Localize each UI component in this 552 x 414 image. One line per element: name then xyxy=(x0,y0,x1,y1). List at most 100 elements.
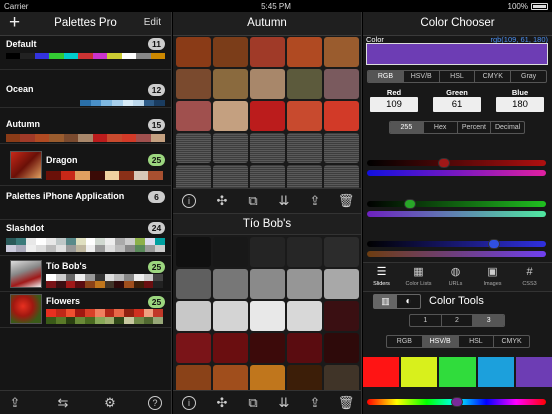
color-swatch[interactable] xyxy=(176,269,211,299)
color-swatch[interactable] xyxy=(213,69,248,99)
shuffle-icon[interactable]: ✣ xyxy=(213,394,231,412)
color-swatch[interactable] xyxy=(250,69,285,99)
color-swatch[interactable] xyxy=(250,269,285,299)
subpalette-row-dragon[interactable]: Dragon 25 xyxy=(0,144,171,186)
edit-button[interactable]: Edit xyxy=(144,17,161,28)
info-icon[interactable]: i xyxy=(182,194,196,208)
sort-icon[interactable]: ⇊ xyxy=(275,394,293,412)
color-swatch[interactable] xyxy=(287,101,322,131)
tab-images[interactable]: ▣ Images xyxy=(474,265,511,287)
tool-mode-cmyk[interactable]: CMYK xyxy=(493,336,529,347)
format-decimal[interactable]: Decimal xyxy=(490,122,524,133)
color-swatch[interactable] xyxy=(213,301,248,331)
green-slider-track[interactable] xyxy=(367,201,546,207)
color-swatch[interactable] xyxy=(287,69,322,99)
empty-swatch[interactable] xyxy=(213,133,248,163)
color-swatch[interactable] xyxy=(213,37,248,67)
color-swatch[interactable] xyxy=(287,269,322,299)
tab-css3[interactable]: # CSS3 xyxy=(511,265,548,287)
count-2[interactable]: 2 xyxy=(440,315,473,326)
color-swatch[interactable] xyxy=(176,37,211,67)
mode-hsl[interactable]: HSL xyxy=(438,71,475,82)
count-3[interactable]: 3 xyxy=(472,315,504,326)
color-swatch[interactable] xyxy=(324,101,359,131)
color-swatch[interactable] xyxy=(324,269,359,299)
color-swatch[interactable] xyxy=(176,333,211,363)
color-swatch[interactable] xyxy=(213,269,248,299)
sort-icon[interactable]: ⇊ xyxy=(275,192,293,210)
format-percent[interactable]: Percent xyxy=(456,122,491,133)
copy-icon[interactable]: ⧉ xyxy=(244,394,262,412)
info-icon[interactable]: i xyxy=(182,396,196,410)
color-swatch[interactable] xyxy=(250,37,285,67)
green-field[interactable]: 61 xyxy=(433,97,481,112)
color-swatch[interactable] xyxy=(213,101,248,131)
mode-cmyk[interactable]: CMYK xyxy=(474,71,510,82)
tool-mode-hsvb[interactable]: HSV/B xyxy=(421,336,458,347)
tool-color-swatch[interactable] xyxy=(363,357,400,387)
tool-color-swatch[interactable] xyxy=(401,357,438,387)
color-swatch[interactable] xyxy=(176,237,211,267)
mode-hsvb[interactable]: HSV/B xyxy=(402,71,439,82)
color-swatch[interactable] xyxy=(324,37,359,67)
trash-icon[interactable]: 🗑 xyxy=(337,394,355,412)
empty-swatch[interactable] xyxy=(176,133,211,163)
color-swatch[interactable] xyxy=(287,37,322,67)
tool-color-swatch[interactable] xyxy=(439,357,476,387)
swap-icon[interactable]: ⇆ xyxy=(54,394,72,412)
palette-row-default[interactable]: Default 11 xyxy=(0,36,171,70)
palette-row-palettes-iphone[interactable]: Palettes iPhone Application 6 xyxy=(0,186,171,220)
count-1[interactable]: 1 xyxy=(410,315,441,326)
subpalette-row-tio-bobs[interactable]: Tío Bob's 25 xyxy=(0,256,171,292)
share-icon[interactable]: ⇪ xyxy=(306,192,324,210)
red-slider-track[interactable] xyxy=(367,160,546,166)
palette-row-ocean[interactable]: Ocean 12 xyxy=(0,70,171,108)
share-icon[interactable]: ⇪ xyxy=(306,394,324,412)
blue-slider-track[interactable] xyxy=(367,241,546,247)
color-swatch[interactable] xyxy=(287,237,322,267)
green-slider-knob[interactable] xyxy=(403,199,416,209)
palette-row-autumn[interactable]: Autumn 15 xyxy=(0,108,171,144)
tab-urls[interactable]: ◍ URLs xyxy=(437,265,474,287)
tab-color-lists[interactable]: ▦ Color Lists xyxy=(400,265,437,287)
palette-row-slashdot[interactable]: Slashdot 24 xyxy=(0,220,171,256)
shuffle-icon[interactable]: ✣ xyxy=(213,192,231,210)
color-swatch[interactable] xyxy=(250,333,285,363)
color-tools-toggle[interactable]: ▥ ◐ xyxy=(373,294,421,309)
share-icon[interactable]: ⇪ xyxy=(6,394,24,412)
color-swatch[interactable] xyxy=(176,301,211,331)
color-swatch[interactable] xyxy=(213,333,248,363)
color-swatch[interactable] xyxy=(250,101,285,131)
color-swatch[interactable] xyxy=(324,69,359,99)
help-icon[interactable]: ? xyxy=(148,396,162,410)
tab-sliders[interactable]: ☰ Sliders xyxy=(363,265,400,287)
empty-swatch[interactable] xyxy=(287,133,322,163)
tool-color-swatch[interactable] xyxy=(515,357,552,387)
color-swatch[interactable] xyxy=(176,101,211,131)
color-swatch[interactable] xyxy=(324,237,359,267)
color-swatch[interactable] xyxy=(324,333,359,363)
color-swatch[interactable] xyxy=(213,237,248,267)
empty-swatch[interactable] xyxy=(324,133,359,163)
blue-slider-knob[interactable] xyxy=(488,239,501,249)
copy-icon[interactable]: ⧉ xyxy=(244,192,262,210)
red-field[interactable]: 109 xyxy=(370,97,418,112)
color-swatch[interactable] xyxy=(324,301,359,331)
blue-field[interactable]: 180 xyxy=(496,97,544,112)
color-swatch[interactable] xyxy=(250,301,285,331)
mode-rgb[interactable]: RGB xyxy=(368,71,403,82)
tool-color-swatch[interactable] xyxy=(477,357,514,387)
red-slider-knob[interactable] xyxy=(437,158,450,168)
subpalette-row-flowers[interactable]: Flowers 25 xyxy=(0,292,171,328)
trash-icon[interactable]: 🗑 xyxy=(337,192,355,210)
tool-mode-rgb[interactable]: RGB xyxy=(387,336,422,347)
format-hex[interactable]: Hex xyxy=(422,122,457,133)
format-255[interactable]: 255 xyxy=(390,122,423,133)
hue-slider-knob[interactable] xyxy=(450,397,463,407)
gear-icon[interactable]: ⚙ xyxy=(101,394,119,412)
color-swatch[interactable] xyxy=(287,301,322,331)
color-swatch[interactable] xyxy=(287,333,322,363)
empty-swatch[interactable] xyxy=(250,133,285,163)
mode-gray[interactable]: Gray xyxy=(510,71,546,82)
tool-mode-hsl[interactable]: HSL xyxy=(457,336,494,347)
